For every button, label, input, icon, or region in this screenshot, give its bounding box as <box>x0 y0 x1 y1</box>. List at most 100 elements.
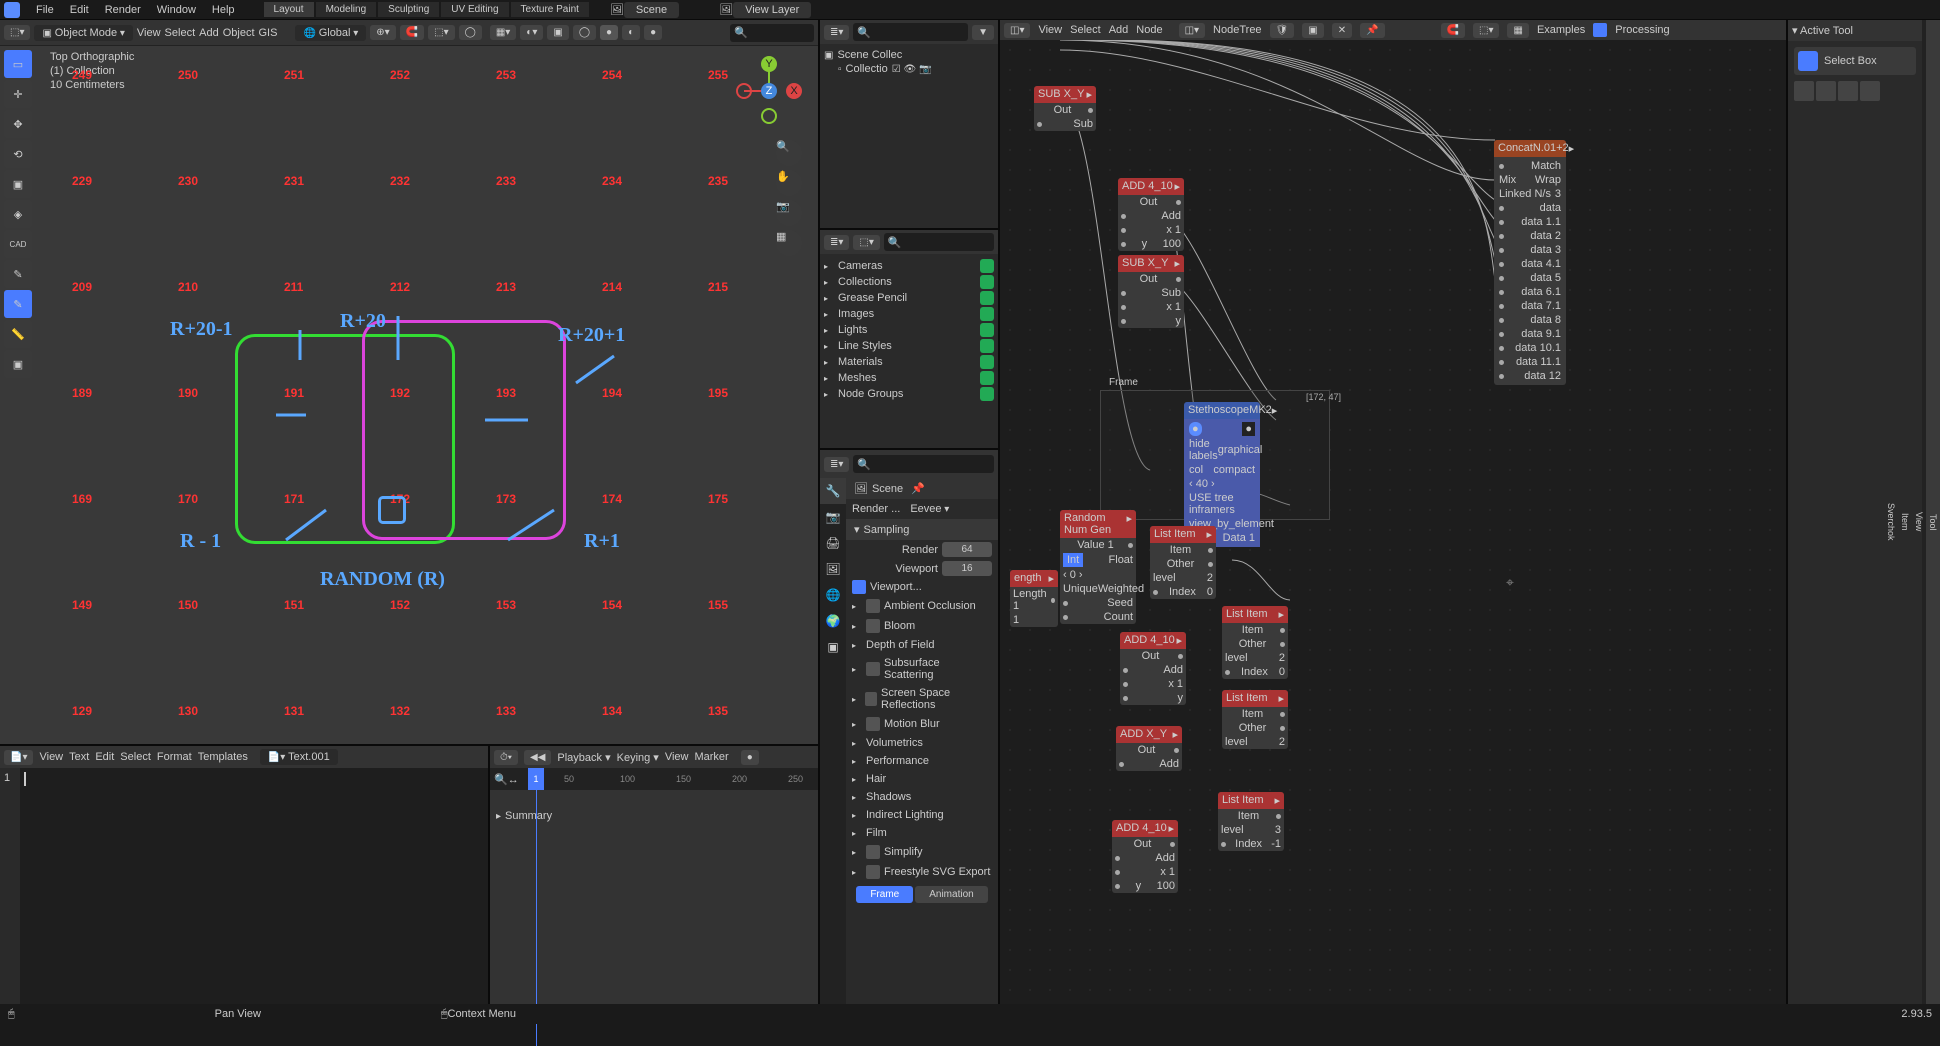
proportional[interactable]: ◯ <box>459 25 482 40</box>
render-samples[interactable]: 64 <box>942 542 992 557</box>
node-select[interactable]: Select <box>1070 24 1101 36</box>
panel-motion-blur[interactable]: ▸Motion Blur <box>846 714 998 734</box>
shading-wire[interactable]: ◯ <box>573 25 596 40</box>
node-concat[interactable]: ConcatN.01+2▸ Match MixWrap Linked N/s3 … <box>1494 140 1566 385</box>
socket[interactable]: data 7.1 <box>1496 299 1564 313</box>
dope-playback[interactable]: Playback ▾ <box>557 751 610 764</box>
outliner-filter[interactable]: ▼ <box>972 25 994 40</box>
tool-annotate[interactable]: ✎ <box>4 260 32 288</box>
nodetree-select[interactable]: NodeTree <box>1213 24 1262 36</box>
socket[interactable]: data 10.1 <box>1496 341 1564 355</box>
node-subxy-1[interactable]: SUB X_Y▸ Out Sub <box>1034 86 1096 131</box>
node-add410-1[interactable]: ADD 4_10▸ Out Add x 1 y100 <box>1118 178 1184 251</box>
rtab-sverchok[interactable]: Sverchok <box>1884 20 1898 1024</box>
shading-solid[interactable]: ● <box>600 25 618 40</box>
dope-keying[interactable]: Keying ▾ <box>617 751 659 764</box>
nav-persp[interactable]: ▦ <box>776 230 802 256</box>
node-listitem-3[interactable]: List Item▸ Item Other level2 <box>1222 690 1288 749</box>
current-frame[interactable]: 1 <box>528 768 544 790</box>
ruler-search-icon[interactable]: 🔍↔ <box>494 773 519 786</box>
v3d-gis[interactable]: GIS <box>259 27 278 39</box>
blender-logo[interactable] <box>4 2 20 18</box>
v3d-object[interactable]: Object <box>223 27 255 39</box>
outliner-search[interactable]: 🔍 <box>853 23 968 41</box>
panel-subsurface-scattering[interactable]: ▸Subsurface Scattering <box>846 654 998 684</box>
node-listitem-1[interactable]: List Item▸ Item Other level2 Index0 <box>1150 526 1216 599</box>
viewport-denoise-chk[interactable] <box>852 580 866 594</box>
orientation[interactable]: 🌐 Global ▾ <box>295 25 366 41</box>
outliner-collection[interactable]: ▫ Collectio ☑ 👁 📷 <box>824 62 994 76</box>
ptab-output[interactable]: 🖨 <box>820 530 846 556</box>
sel-new-icon[interactable] <box>1794 81 1814 101</box>
texed-select[interactable]: Select <box>120 751 151 763</box>
socket[interactable]: data <box>1496 201 1564 215</box>
scene-selector[interactable]: Scene <box>624 2 679 18</box>
v3d-select[interactable]: Select <box>165 27 196 39</box>
node-subxy-2[interactable]: SUB X_Y▸ Out Sub x 1 y <box>1118 255 1184 328</box>
render-engine-select[interactable]: Eevee ▾ <box>904 501 992 517</box>
text-editor-area[interactable]: 1 <box>0 768 488 1006</box>
socket[interactable]: data 4.1 <box>1496 257 1564 271</box>
node-canvas[interactable]: SUB X_Y▸ Out Sub ADD 4_10▸ Out Add x 1 y… <box>1000 40 1786 1024</box>
menu-help[interactable]: Help <box>204 4 243 16</box>
tab-texpaint[interactable]: Texture Paint <box>511 2 589 17</box>
tool-transform[interactable]: ◈ <box>4 200 32 228</box>
panel-bloom[interactable]: ▸Bloom <box>846 616 998 636</box>
shading-render[interactable]: ● <box>644 25 662 40</box>
v3d-view[interactable]: View <box>137 27 161 39</box>
v3d-search[interactable]: 🔍 <box>730 24 814 42</box>
ptab-scene[interactable]: 🌐 <box>820 582 846 608</box>
tab-sculpting[interactable]: Sculpting <box>378 2 439 17</box>
dope-playrev[interactable]: ◀◀ <box>524 750 551 765</box>
node-align[interactable]: ▦ <box>1507 23 1528 38</box>
panel-performance[interactable]: ▸Performance <box>846 752 998 770</box>
socket[interactable]: data 11.1 <box>1496 355 1564 369</box>
autokey[interactable]: ● <box>741 750 759 765</box>
tool-cad[interactable]: CAD <box>4 230 32 258</box>
panel-ambient-occlusion[interactable]: ▸Ambient Occlusion <box>846 596 998 616</box>
nav-zoom[interactable]: 🔍 <box>776 140 802 166</box>
snap-mode[interactable]: ⬚▾ <box>428 25 454 40</box>
nodetree-type[interactable]: ◫▾ <box>1179 23 1205 38</box>
btab-frame[interactable]: Frame <box>856 886 913 903</box>
socket[interactable]: data 5 <box>1496 271 1564 285</box>
v3d-add[interactable]: Add <box>199 27 219 39</box>
node-view[interactable]: View <box>1038 24 1062 36</box>
texed-edit[interactable]: Edit <box>95 751 114 763</box>
node-node[interactable]: Node <box>1136 24 1162 36</box>
socket[interactable]: data 9.1 <box>1496 327 1564 341</box>
menu-file[interactable]: File <box>28 4 62 16</box>
outliner-type[interactable]: ≣▾ <box>824 25 849 40</box>
sampling-panel[interactable]: ▾ Sampling <box>846 519 998 540</box>
socket[interactable]: data 2 <box>1496 229 1564 243</box>
overlay-toggle[interactable]: ◐▾ <box>520 25 543 40</box>
socket[interactable]: data 1.1 <box>1496 215 1564 229</box>
sel-extend-icon[interactable] <box>1816 81 1836 101</box>
outliner-item[interactable]: ▸Cameras <box>824 258 994 274</box>
panel-volumetrics[interactable]: ▸Volumetrics <box>846 734 998 752</box>
panel-film[interactable]: ▸Film <box>846 824 998 842</box>
texed-templates[interactable]: Templates <box>198 751 248 763</box>
node-random[interactable]: Random Num Gen▸ Value 1 IntFloat ‹ 0 › U… <box>1060 510 1136 624</box>
panel-screen-space-reflections[interactable]: ▸Screen Space Reflections <box>846 684 998 714</box>
node-editor-type[interactable]: ◫▾ <box>1004 23 1030 38</box>
node-listitem-4[interactable]: List Item▸ Item level3 Index-1 <box>1218 792 1284 851</box>
outliner-item[interactable]: ▸Node Groups <box>824 386 994 402</box>
dope-view[interactable]: View <box>665 751 689 763</box>
rtab-item[interactable]: Item <box>1898 20 1912 1024</box>
outliner-item[interactable]: ▸Line Styles <box>824 338 994 354</box>
outliner2-search[interactable]: 🔍 <box>884 233 994 251</box>
xray[interactable]: ▣ <box>547 25 568 40</box>
tool-cursor[interactable]: ✛ <box>4 80 32 108</box>
node-listitem-2[interactable]: List Item▸ Item Other level2 Index0 <box>1222 606 1288 679</box>
btab-anim[interactable]: Animation <box>915 886 987 903</box>
outliner-item[interactable]: ▸Meshes <box>824 370 994 386</box>
node-snap[interactable]: 🧲 <box>1441 23 1465 38</box>
tool-measure[interactable]: 📏 <box>4 320 32 348</box>
editor-type-3d[interactable]: ⬚▾ <box>4 25 30 40</box>
tool-addcube[interactable]: ▣ <box>4 350 32 378</box>
node-examples[interactable]: Examples <box>1537 24 1585 36</box>
processing-chk[interactable] <box>1593 23 1607 37</box>
outliner-item[interactable]: ▸Collections <box>824 274 994 290</box>
panel-shadows[interactable]: ▸Shadows <box>846 788 998 806</box>
